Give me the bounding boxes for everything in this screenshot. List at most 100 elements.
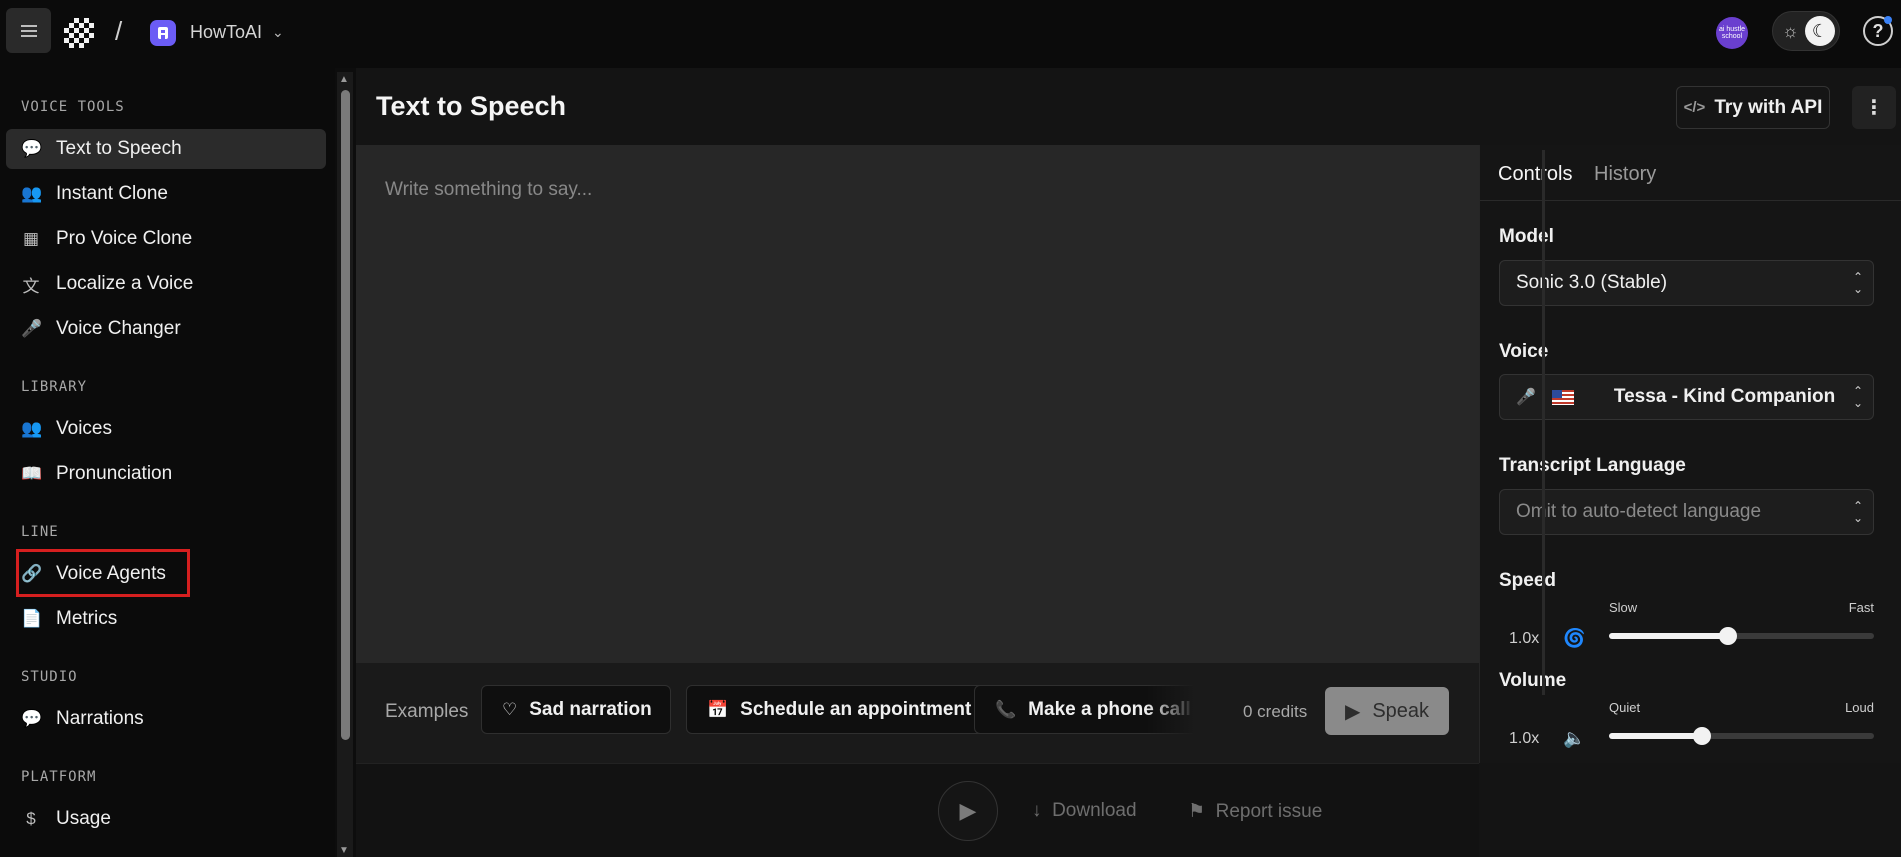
sidebar-item-label: Voice Changer (56, 318, 181, 339)
example-schedule-appointment-button[interactable]: 📅 Schedule an appointment (686, 685, 991, 734)
sidebar-item-voice-changer[interactable]: 🎤 Voice Changer (6, 309, 326, 349)
volume-slider-row: 1.0x 🔈 Quiet Loud (1499, 700, 1874, 760)
model-value: Sonic 3.0 (Stable) (1516, 272, 1668, 293)
chat-bubbles-icon: 💬 (21, 709, 43, 728)
volume-slider[interactable] (1609, 727, 1874, 745)
sidebar-scrollbar-thumb[interactable] (341, 90, 350, 740)
voice-select[interactable]: 🎤 Tessa - Kind Companion ⌃ ⌄ (1499, 374, 1874, 420)
sidebar-item-label: Text to Speech (56, 138, 182, 159)
voice-label: Voice (1499, 341, 1549, 362)
speed-slider-row: 1.0x 🌀 Slow Fast (1499, 600, 1874, 660)
transcript-language-select[interactable]: Omit to auto-detect language ⌃ ⌄ (1499, 489, 1874, 535)
users-icon: 👥 (21, 184, 43, 203)
speak-button[interactable]: ▶ Speak (1325, 687, 1449, 735)
volume-ear-icon: 🔈 (1563, 728, 1586, 748)
try-with-api-button[interactable]: </> Try with API (1676, 86, 1830, 129)
speak-label: Speak (1372, 699, 1430, 722)
dollar-doc-icon: $ (26, 809, 36, 828)
speed-value: 1.0x (1509, 630, 1540, 647)
code-icon: </> (1683, 99, 1706, 116)
avatar[interactable]: ai hustle school (1716, 17, 1748, 49)
text-input[interactable] (356, 145, 1479, 663)
more-options-icon[interactable]: ⋮ (1852, 86, 1896, 129)
chevron-up-down-icon: ⌃ ⌄ (1852, 270, 1863, 296)
example-sad-narration-button[interactable]: ♡ Sad narration (481, 685, 671, 734)
sidebar-item-pro-voice-clone[interactable]: ▦ Pro Voice Clone (6, 219, 326, 259)
transcript-language-label: Transcript Language (1499, 455, 1686, 476)
play-icon: ▶ (1344, 700, 1361, 723)
chat-bubbles-icon: 💬 (21, 139, 43, 158)
sidebar-item-label: Metrics (56, 608, 118, 629)
snail-icon: 🌀 (1563, 628, 1586, 648)
sidebar-item-localize-voice[interactable]: 文 Localize a Voice (6, 264, 326, 304)
language-placeholder: Omit to auto-detect language (1516, 501, 1762, 522)
org-switcher-label[interactable]: HowToAI (190, 22, 262, 43)
example-label: Sad narration (529, 698, 652, 720)
download-icon: ↓ (1032, 800, 1042, 821)
voice-value: Tessa - Kind Companion (1613, 386, 1836, 407)
credits-count: 0 credits (1243, 702, 1308, 721)
phone-icon: 📞 (995, 699, 1017, 719)
hamburger-icon (20, 29, 37, 32)
player-bar: ▶ ↓ Download ⚑ Report issue (356, 763, 1479, 857)
highlight-box (16, 549, 190, 597)
sidebar-item-instant-clone[interactable]: 👥 Instant Clone (6, 174, 326, 214)
tab-history[interactable]: History (1594, 163, 1656, 186)
org-icon[interactable] (150, 20, 176, 46)
scroll-up-icon[interactable]: ▲ (339, 74, 349, 85)
sidebar-item-voices[interactable]: 👥 Voices (6, 409, 326, 449)
example-label: Schedule an appointment (740, 698, 972, 720)
panel-scrollbar[interactable] (1542, 150, 1545, 695)
document-chart-icon: 📄 (21, 609, 43, 628)
sidebar-item-label: Narrations (56, 708, 144, 729)
examples-bar: Examples ♡ Sad narration 📅 Schedule an a… (356, 663, 1479, 763)
menu-toggle-button[interactable] (6, 8, 51, 53)
speed-slider[interactable] (1609, 627, 1874, 645)
sidebar-section-title: LINE (21, 524, 59, 540)
examples-fade (1146, 685, 1216, 734)
heart-icon: ♡ (502, 699, 518, 719)
sidebar-item-metrics[interactable]: 📄 Metrics (6, 599, 326, 639)
volume-label: Volume (1499, 670, 1567, 691)
breadcrumb-separator: / (115, 16, 123, 46)
model-select[interactable]: Sonic 3.0 (Stable) ⌃ ⌄ (1499, 260, 1874, 306)
sun-icon: ☼ (1782, 21, 1799, 41)
sidebar-item-usage[interactable]: $ Usage (6, 799, 326, 839)
speed-slider-fill (1609, 633, 1729, 639)
report-issue-button[interactable]: ⚑ Report issue (1188, 800, 1322, 823)
notification-dot (1884, 16, 1892, 24)
top-bar: / HowToAI ⌄ ai hustle school ☼ ☾ ? (0, 0, 1901, 68)
tab-controls[interactable]: Controls (1498, 163, 1572, 186)
scroll-down-icon[interactable]: ▼ (339, 845, 349, 856)
theme-toggle[interactable]: ☼ ☾ (1772, 11, 1840, 51)
sidebar-item-label: Pro Voice Clone (56, 228, 193, 249)
model-label: Model (1499, 226, 1554, 247)
sidebar-item-label: Localize a Voice (56, 273, 194, 294)
sidebar-section-title: VOICE TOOLS (21, 99, 125, 115)
book-icon: 📖 (21, 464, 43, 483)
calendar-icon: 📅 (707, 699, 729, 719)
sidebar-section-title: LIBRARY (21, 379, 88, 395)
volume-value: 1.0x (1509, 730, 1540, 747)
users-icon: 👥 (21, 419, 43, 438)
speed-min-label: Slow (1609, 600, 1638, 615)
sidebar-item-narrations[interactable]: 💬 Narrations (6, 699, 326, 739)
main-content: Text to Speech </> Try with API ⋮ Exampl… (356, 68, 1901, 857)
microphone-icon: 🎤 (1516, 389, 1536, 406)
play-button[interactable]: ▶ (938, 781, 998, 841)
sidebar-item-label: Pronunciation (56, 463, 173, 484)
sidebar-item-label: Usage (56, 808, 111, 829)
chevron-up-down-icon: ⌃ ⌄ (1852, 499, 1863, 525)
sidebar-item-label: Voices (56, 418, 112, 439)
volume-slider-handle[interactable] (1692, 727, 1711, 745)
download-button[interactable]: ↓ Download (1032, 800, 1137, 822)
us-flag-icon (1551, 389, 1574, 405)
chip-icon: ▦ (22, 229, 40, 248)
app-logo-icon[interactable] (64, 18, 94, 48)
speed-max-label: Fast (1848, 600, 1874, 615)
sidebar-item-text-to-speech[interactable]: 💬 Text to Speech (6, 129, 326, 169)
speed-slider-handle[interactable] (1719, 627, 1738, 645)
chevron-down-icon[interactable]: ⌄ (272, 24, 284, 41)
sidebar: VOICE TOOLS 💬 Text to Speech 👥 Instant C… (0, 68, 335, 857)
sidebar-item-pronunciation[interactable]: 📖 Pronunciation (6, 454, 326, 494)
